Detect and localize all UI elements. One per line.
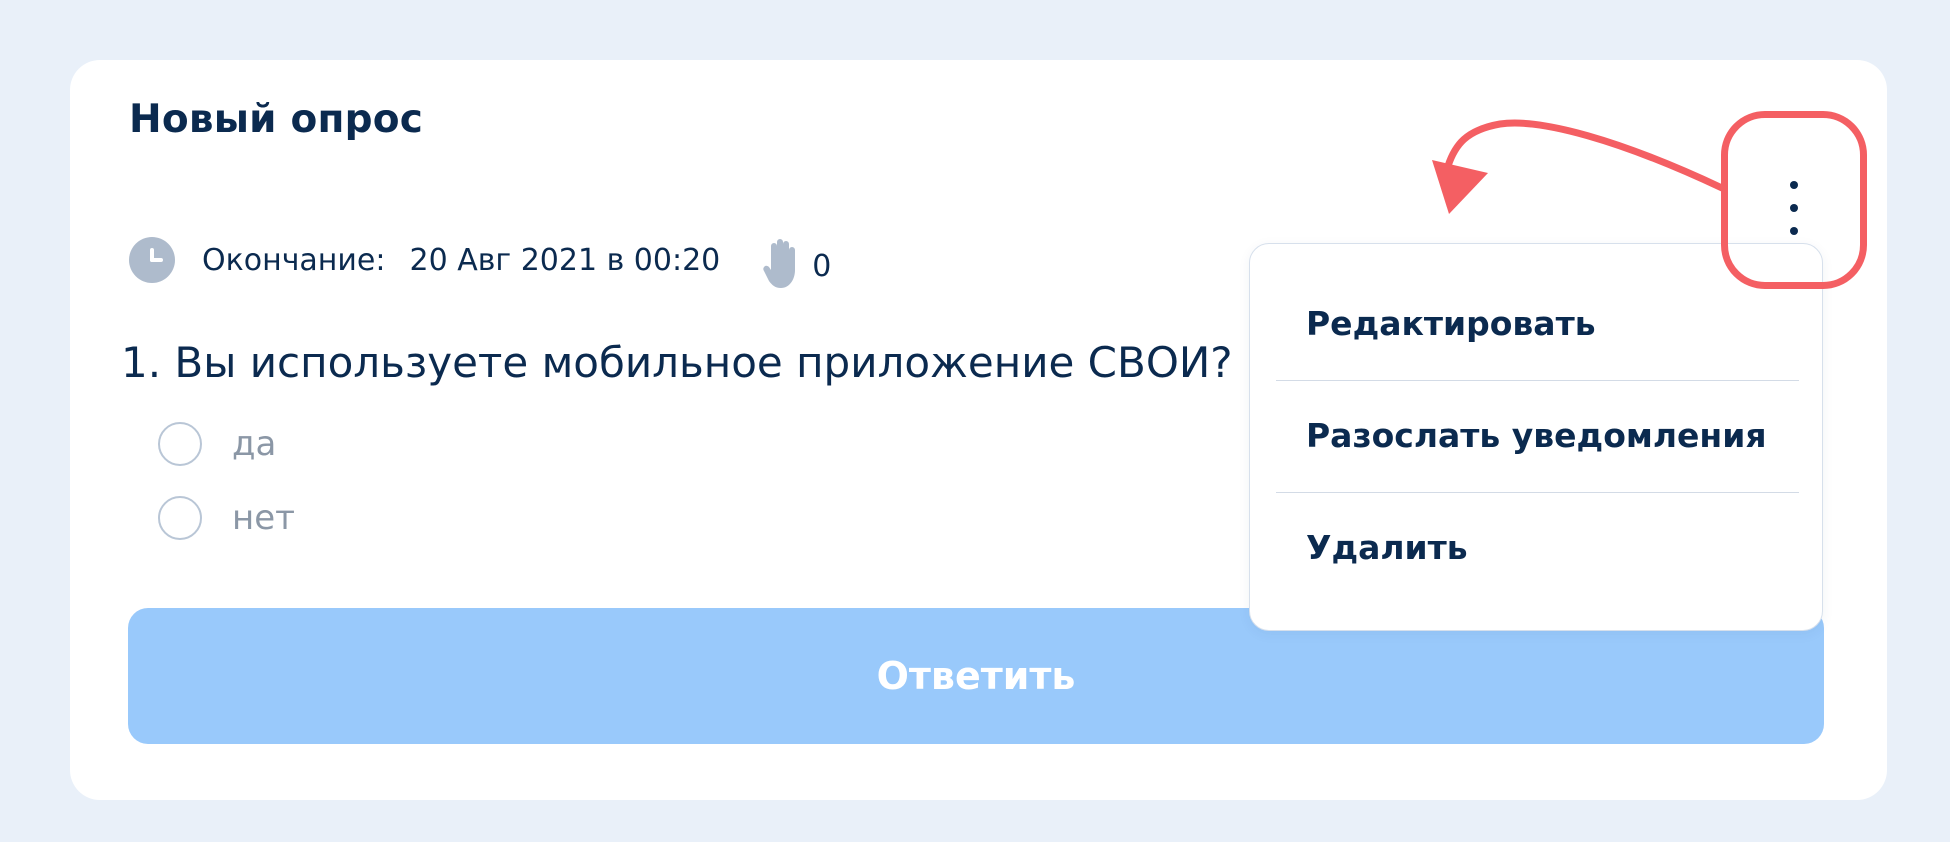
raised-hand-icon <box>763 239 796 288</box>
menu-item-delete[interactable]: Удалить <box>1306 528 1468 567</box>
poll-actions-menu: Редактировать Разослать уведомления Удал… <box>1249 243 1823 631</box>
menu-item-send-notifications[interactable]: Разослать уведомления <box>1306 416 1767 455</box>
radio-button[interactable] <box>158 422 202 466</box>
question-text: 1. Вы используете мобильное приложение С… <box>121 338 1233 387</box>
option-label: да <box>232 424 277 464</box>
option-yes[interactable]: да <box>158 422 276 466</box>
radio-button[interactable] <box>158 496 202 540</box>
poll-title: Новый опрос <box>129 97 424 142</box>
menu-item-edit[interactable]: Редактировать <box>1306 304 1596 343</box>
poll-meta: Окончание: 20 Авг 2021 в 00:20 0 <box>129 235 832 288</box>
option-label: нет <box>232 498 295 538</box>
menu-divider <box>1276 492 1799 493</box>
end-date-label: Окончание: <box>202 242 386 278</box>
option-no[interactable]: нет <box>158 496 295 540</box>
clock-icon <box>129 237 175 283</box>
annotation-highlight-box <box>1721 111 1867 289</box>
end-date-value: 20 Авг 2021 в 00:20 <box>409 242 721 278</box>
votes-count: 0 <box>812 248 832 284</box>
menu-divider <box>1276 380 1799 381</box>
